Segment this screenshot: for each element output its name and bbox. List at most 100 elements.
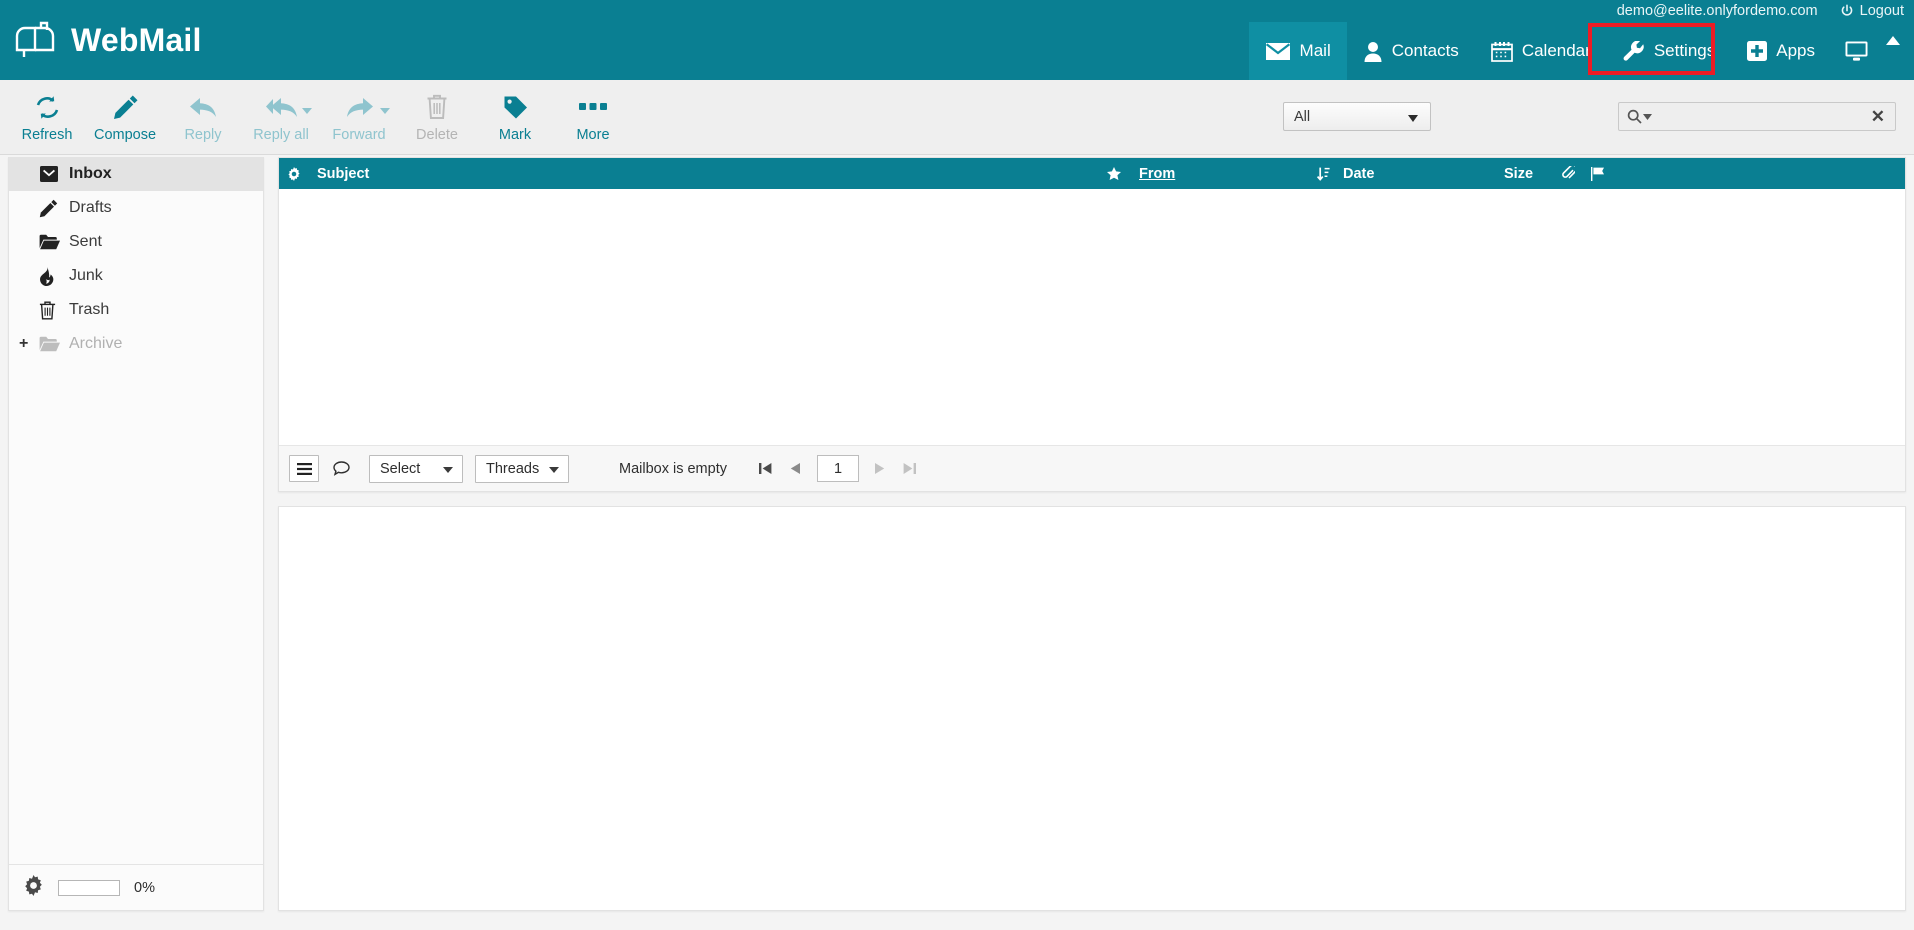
gear-icon[interactable] (23, 875, 44, 901)
next-page-button[interactable] (865, 455, 895, 483)
message-preview-pane (278, 506, 1906, 911)
reply-all-icon (265, 92, 298, 122)
nav-item-settings[interactable]: Settings (1607, 22, 1731, 80)
nav-label-contacts: Contacts (1392, 41, 1459, 61)
search-icon[interactable] (1627, 109, 1652, 124)
column-header-attachment[interactable] (1562, 158, 1575, 189)
column-header-from[interactable]: From (1139, 158, 1175, 189)
speech-bubble-icon (333, 461, 350, 476)
logout-label: Logout (1860, 3, 1904, 19)
folder-icon (39, 234, 63, 250)
list-icon (297, 463, 312, 475)
plus-square-icon (1747, 41, 1767, 61)
forward-label: Forward (332, 128, 385, 143)
paperclip-icon (1562, 166, 1575, 181)
message-list-body[interactable] (279, 189, 1905, 445)
nav-collapse-toggle[interactable] (1882, 22, 1914, 80)
expand-folder-icon[interactable]: + (19, 336, 28, 352)
reply-all-caret-icon[interactable] (302, 108, 312, 114)
top-bar: WebMail demo@eelite.onlyfordemo.com Logo… (0, 0, 1914, 80)
column-sort-indicator[interactable] (1317, 158, 1330, 189)
nav-item-calendar[interactable]: Calendar (1475, 22, 1607, 80)
user-email: demo@eelite.onlyfordemo.com (1617, 3, 1818, 19)
caret-right-icon (874, 462, 885, 475)
search-input[interactable] (1658, 108, 1869, 126)
message-list-panel: Subject From Date Size (278, 157, 1906, 492)
column-label-from: From (1139, 166, 1175, 182)
mailbox-icon (14, 20, 58, 60)
folder-label-inbox: Inbox (69, 165, 112, 183)
monitor-icon (1845, 41, 1868, 61)
message-list-header: Subject From Date Size (279, 158, 1905, 189)
more-button[interactable]: More (554, 80, 632, 152)
reply-all-button[interactable]: Reply all (242, 80, 320, 152)
logout-button[interactable]: Logout (1840, 3, 1904, 19)
prev-page-button[interactable] (781, 455, 811, 483)
main-navigation: Mail Contacts Calendar (1249, 22, 1914, 80)
toolbar-buttons: Refresh Compose Reply (8, 80, 632, 152)
compose-button[interactable]: Compose (86, 80, 164, 152)
refresh-label: Refresh (22, 128, 73, 143)
folder-item-sent[interactable]: Sent (9, 225, 263, 259)
mark-button[interactable]: Mark (476, 80, 554, 152)
column-label-size: Size (1504, 166, 1533, 182)
list-options-gear[interactable] (287, 158, 301, 189)
folder-icon (39, 336, 63, 352)
select-menu[interactable]: Select (369, 455, 463, 483)
threads-toggle-button[interactable] (327, 455, 355, 482)
user-bar: demo@eelite.onlyfordemo.com Logout (1617, 0, 1904, 22)
more-label: More (576, 128, 609, 143)
star-icon (1107, 167, 1121, 180)
first-page-button[interactable] (751, 455, 781, 483)
folder-item-inbox[interactable]: Inbox (9, 157, 263, 191)
fire-icon (39, 267, 63, 286)
nav-item-mail[interactable]: Mail (1249, 22, 1347, 80)
page-number-input[interactable] (817, 455, 859, 482)
list-options-button[interactable] (289, 455, 319, 482)
nav-item-display-mode[interactable] (1831, 22, 1882, 80)
forward-caret-icon[interactable] (380, 108, 390, 114)
threads-menu[interactable]: Threads (475, 455, 569, 483)
folder-item-drafts[interactable]: Drafts (9, 191, 263, 225)
sort-desc-icon (1317, 167, 1330, 181)
pencil-icon (39, 199, 63, 218)
column-header-size[interactable]: Size (1504, 158, 1533, 189)
folder-item-archive[interactable]: + Archive (9, 327, 263, 361)
forward-icon (345, 92, 374, 122)
user-icon (1363, 41, 1383, 62)
last-page-button[interactable] (895, 455, 925, 483)
quota-progress-bar (58, 880, 120, 896)
refresh-icon (34, 92, 61, 122)
mailbox-status-text: Mailbox is empty (619, 461, 727, 477)
nav-item-contacts[interactable]: Contacts (1347, 22, 1475, 80)
search-box[interactable]: ✕ (1618, 102, 1896, 131)
pagination-controls (751, 455, 925, 483)
app-title: WebMail (71, 24, 202, 56)
folder-item-junk[interactable]: Junk (9, 259, 263, 293)
column-header-subject[interactable]: Subject (317, 158, 369, 189)
column-header-flag[interactable] (1591, 158, 1605, 189)
step-backward-icon (759, 462, 772, 475)
reply-button[interactable]: Reply (164, 80, 242, 152)
column-header-date[interactable]: Date (1343, 158, 1374, 189)
column-header-flagged[interactable] (1107, 158, 1121, 189)
trash-icon (426, 92, 448, 122)
refresh-button[interactable]: Refresh (8, 80, 86, 152)
folder-label-sent: Sent (69, 233, 102, 251)
action-toolbar: Refresh Compose Reply (0, 80, 1914, 155)
close-icon[interactable]: ✕ (1869, 108, 1887, 125)
folder-label-archive: Archive (69, 335, 122, 353)
calendar-icon (1491, 41, 1513, 62)
chevron-down-icon (549, 467, 559, 473)
forward-button[interactable]: Forward (320, 80, 398, 152)
nav-label-apps: Apps (1776, 41, 1815, 61)
folder-item-trash[interactable]: Trash (9, 293, 263, 327)
column-label-date: Date (1343, 166, 1374, 182)
caret-left-icon (790, 462, 801, 475)
mark-label: Mark (499, 128, 531, 143)
scope-filter-select[interactable]: All (1283, 102, 1431, 131)
nav-item-apps[interactable]: Apps (1731, 22, 1831, 80)
app-logo[interactable]: WebMail (14, 20, 202, 60)
folder-list: Inbox Drafts Sent (9, 157, 263, 361)
trash-icon (39, 301, 63, 320)
